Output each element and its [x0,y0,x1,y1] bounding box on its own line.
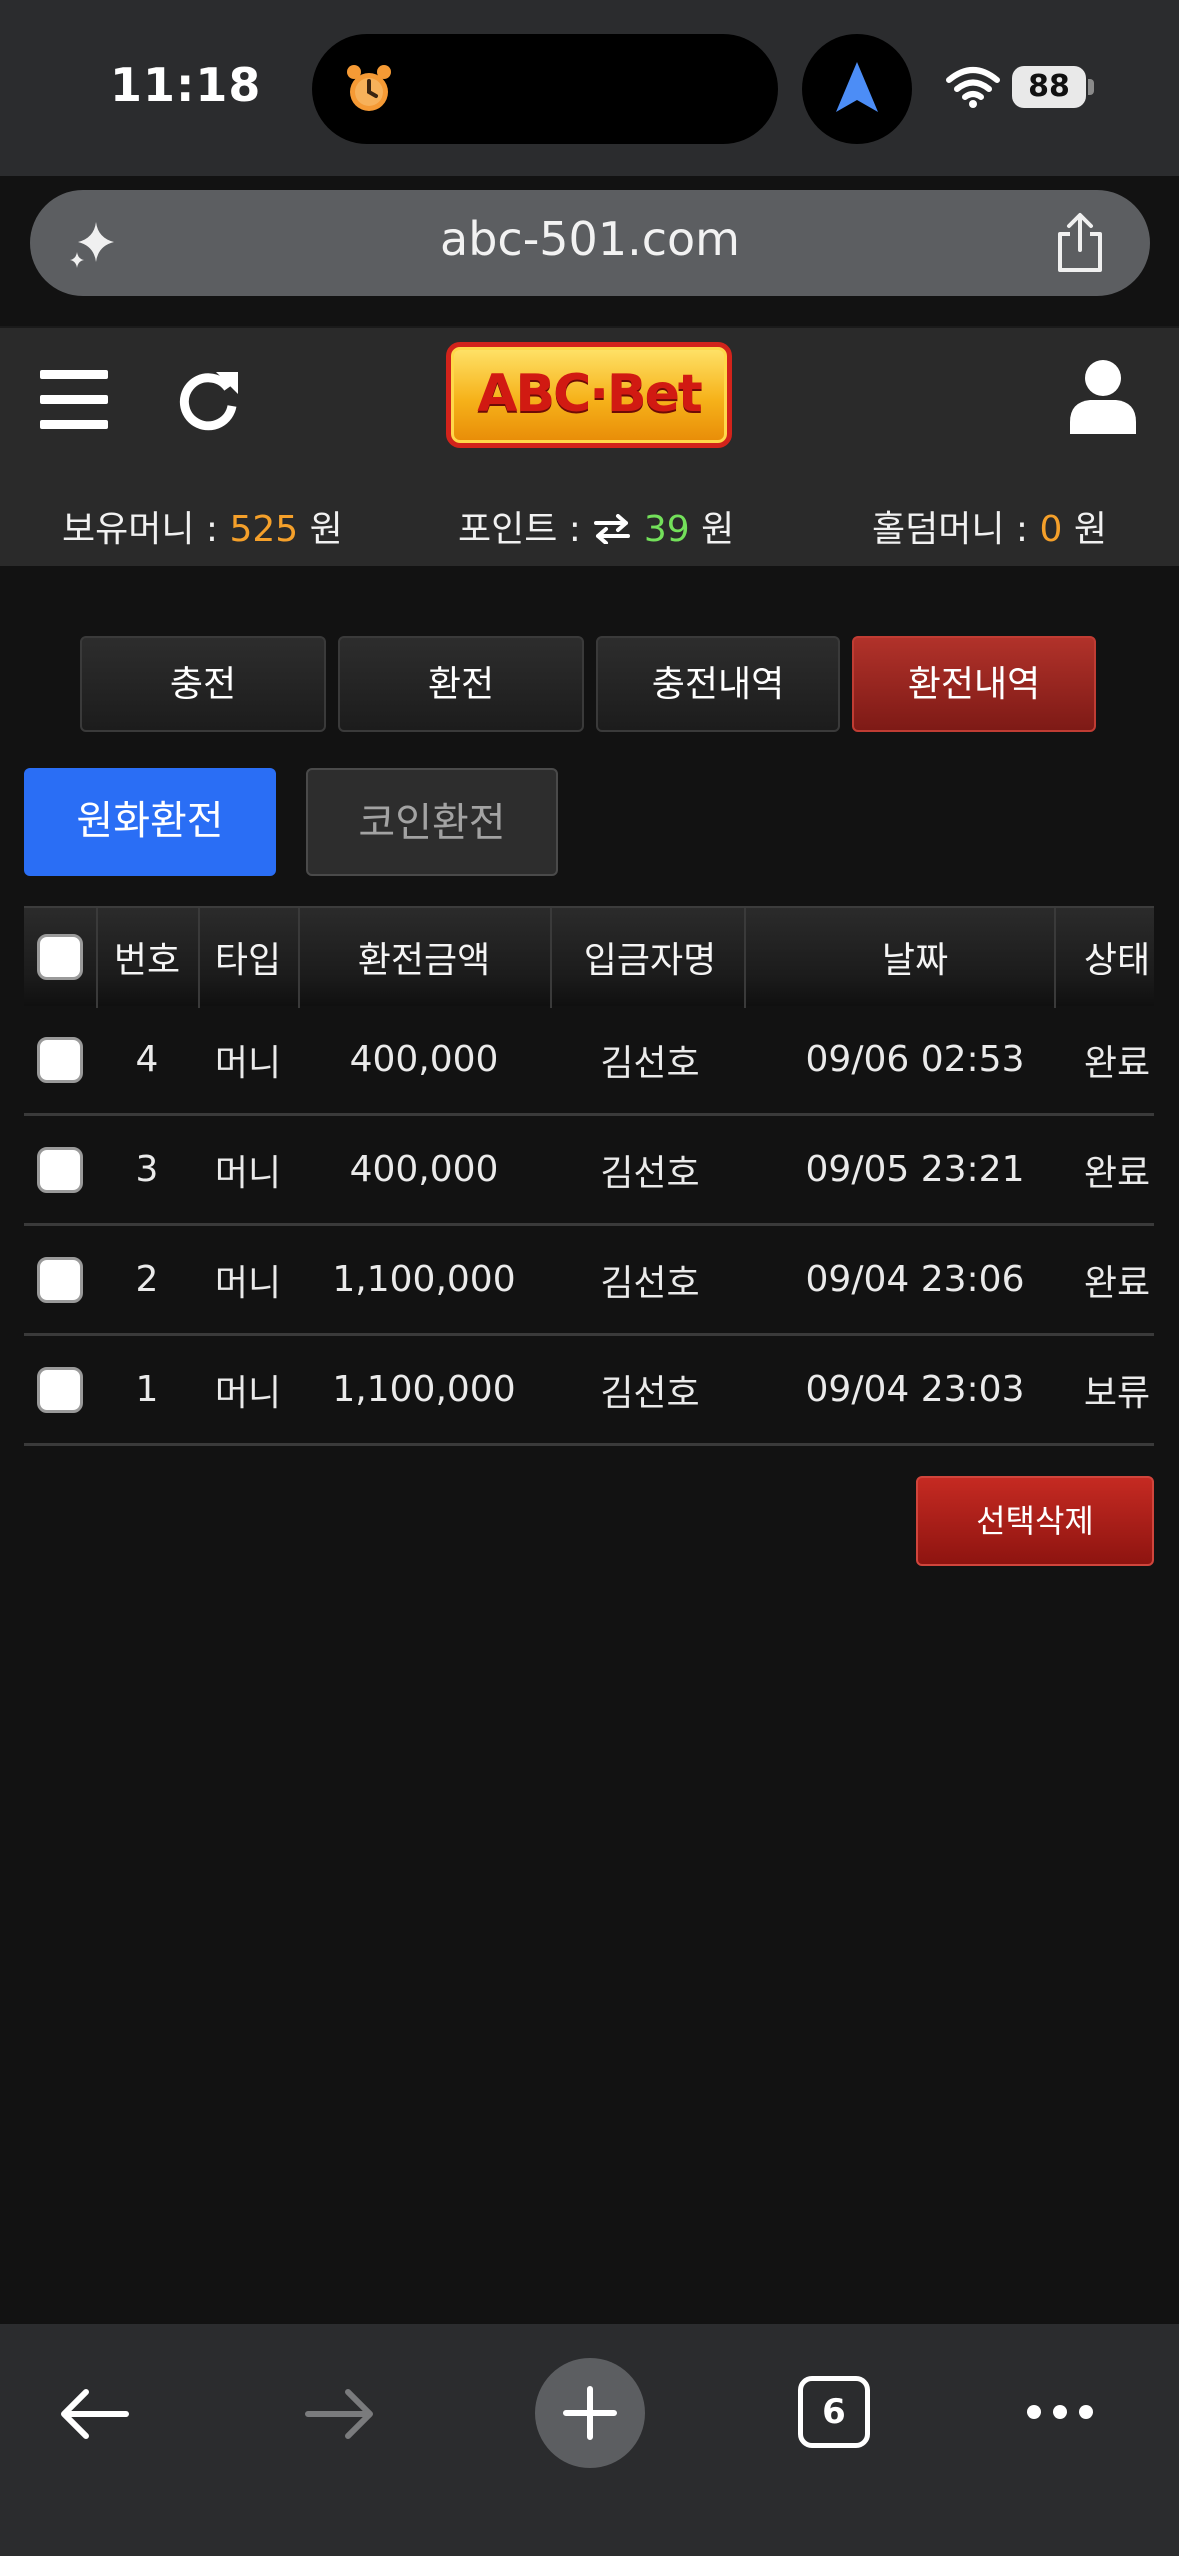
swap-arrows-icon[interactable] [592,514,632,544]
wifi-icon [946,67,1000,108]
cell-status: 보류 [1083,1372,1151,1414]
delete-selected-button[interactable]: 선택삭제 [916,1476,1154,1566]
column-header-status: 상태 [1083,940,1151,981]
cell-status: 완료 [1083,1042,1151,1084]
column-header-amount: 환전금액 [357,940,491,981]
money-unit: 원 [298,509,343,550]
point-unit: 원 [689,509,735,550]
cell-type: 머니 [214,1372,282,1414]
point-label: 포인트 : [458,509,593,550]
row-select-cell[interactable] [24,1116,96,1223]
holdem-value: 0 [1039,509,1063,550]
address-bar[interactable]: abc-501.com [30,190,1150,296]
site-header: ABC·Bet 보유머니 : 525 원 포인트 : 39 원 홀덤머니 : 0… [0,328,1179,566]
share-icon[interactable] [1052,212,1108,274]
cell-depositor: 김선호 [600,1042,700,1084]
more-options-icon[interactable] [1024,2400,1096,2424]
money-balance: 보유머니 : 525 원 [62,500,343,552]
dynamic-island [312,34,778,144]
point-balance[interactable]: 포인트 : 39 원 [458,500,734,552]
navigation-bubble [802,34,912,144]
column-header-depositor: 입금자명 [583,940,717,981]
cell-date: 09/05 23:21 [805,1149,1025,1190]
cell-date: 09/04 23:03 [805,1369,1025,1410]
cell-amount: 400,000 [349,1039,499,1080]
column-header-number: 번호 [113,940,181,981]
cell-depositor: 김선호 [600,1152,700,1194]
forward-arrow-icon[interactable] [304,2386,376,2442]
row-checkbox[interactable] [37,1366,83,1413]
cell-amount: 400,000 [349,1149,499,1190]
plus-icon [563,2386,617,2440]
table-row: 4 머니 400,000 김선호 09/06 02:53 완료 [24,1006,1154,1116]
balance-row: 보유머니 : 525 원 포인트 : 39 원 홀덤머니 : 0 원 [0,500,1179,550]
cell-amount: 1,100,000 [332,1259,516,1300]
site-logo[interactable]: ABC·Bet [446,342,732,448]
cell-number: 4 [135,1039,159,1080]
user-profile-icon[interactable] [1068,358,1138,434]
row-select-cell[interactable] [24,1226,96,1333]
money-value: 525 [229,509,299,550]
row-select-cell[interactable] [24,1006,96,1113]
holdem-label: 홀덤머니 : [872,509,1040,550]
subtab-won-withdraw[interactable]: 원화환전 [24,768,276,876]
status-bar: 11:18 88 [0,0,1179,176]
cell-type: 머니 [214,1262,282,1304]
battery-level: 88 [1012,66,1086,108]
row-select-cell[interactable] [24,1336,96,1443]
tab-withdraw[interactable]: 환전 [338,636,584,732]
cell-status: 완료 [1083,1262,1151,1304]
cell-date: 09/06 02:53 [805,1039,1025,1080]
column-header-type: 타입 [214,940,282,981]
alarm-clock-icon [347,65,391,111]
row-checkbox[interactable] [37,1146,83,1193]
cell-number: 2 [135,1259,159,1300]
money-label: 보유머니 : [62,509,230,550]
cell-number: 3 [135,1149,159,1190]
cell-number: 1 [135,1369,159,1410]
holdem-balance: 홀덤머니 : 0 원 [872,500,1107,552]
table-row: 1 머니 1,100,000 김선호 09/04 23:03 보류 [24,1336,1154,1446]
cell-depositor: 김선호 [600,1372,700,1414]
tab-switcher-button[interactable]: 6 [798,2376,870,2448]
withdraw-history-table: 번호 타입 환전금액 입금자명 날짜 상태 4 머니 400,000 김선호 0… [24,906,1154,1446]
refresh-icon[interactable] [176,366,242,432]
new-tab-button[interactable] [535,2358,645,2468]
cell-date: 09/04 23:06 [805,1259,1025,1300]
table-row: 2 머니 1,100,000 김선호 09/04 23:06 완료 [24,1226,1154,1336]
tab-withdraw-history[interactable]: 환전내역 [852,636,1096,732]
table-header: 번호 타입 환전금액 입금자명 날짜 상태 [24,906,1154,1008]
row-checkbox[interactable] [37,1256,83,1303]
cell-depositor: 김선호 [600,1262,700,1304]
holdem-unit: 원 [1062,509,1107,550]
tab-deposit[interactable]: 충전 [80,636,326,732]
tab-deposit-history[interactable]: 충전내역 [596,636,840,732]
subtab-coin-withdraw[interactable]: 코인환전 [306,768,558,876]
cell-type: 머니 [214,1152,282,1194]
table-row: 3 머니 400,000 김선호 09/05 23:21 완료 [24,1116,1154,1226]
navigation-arrow-icon [836,62,878,112]
back-arrow-icon[interactable] [58,2386,130,2442]
browser-toolbar: 6 [0,2324,1179,2556]
cell-status: 완료 [1083,1152,1151,1194]
cell-amount: 1,100,000 [332,1369,516,1410]
point-value: 39 [643,509,690,550]
select-all-cell[interactable] [24,908,96,1006]
status-time: 11:18 [110,58,262,112]
select-all-checkbox[interactable] [37,934,83,980]
column-header-date: 날짜 [881,940,949,981]
row-checkbox[interactable] [37,1036,83,1083]
url-text[interactable]: abc-501.com [30,212,1150,266]
battery-icon: 88 [1012,66,1094,108]
cell-type: 머니 [214,1042,282,1084]
hamburger-menu-icon[interactable] [40,368,108,432]
